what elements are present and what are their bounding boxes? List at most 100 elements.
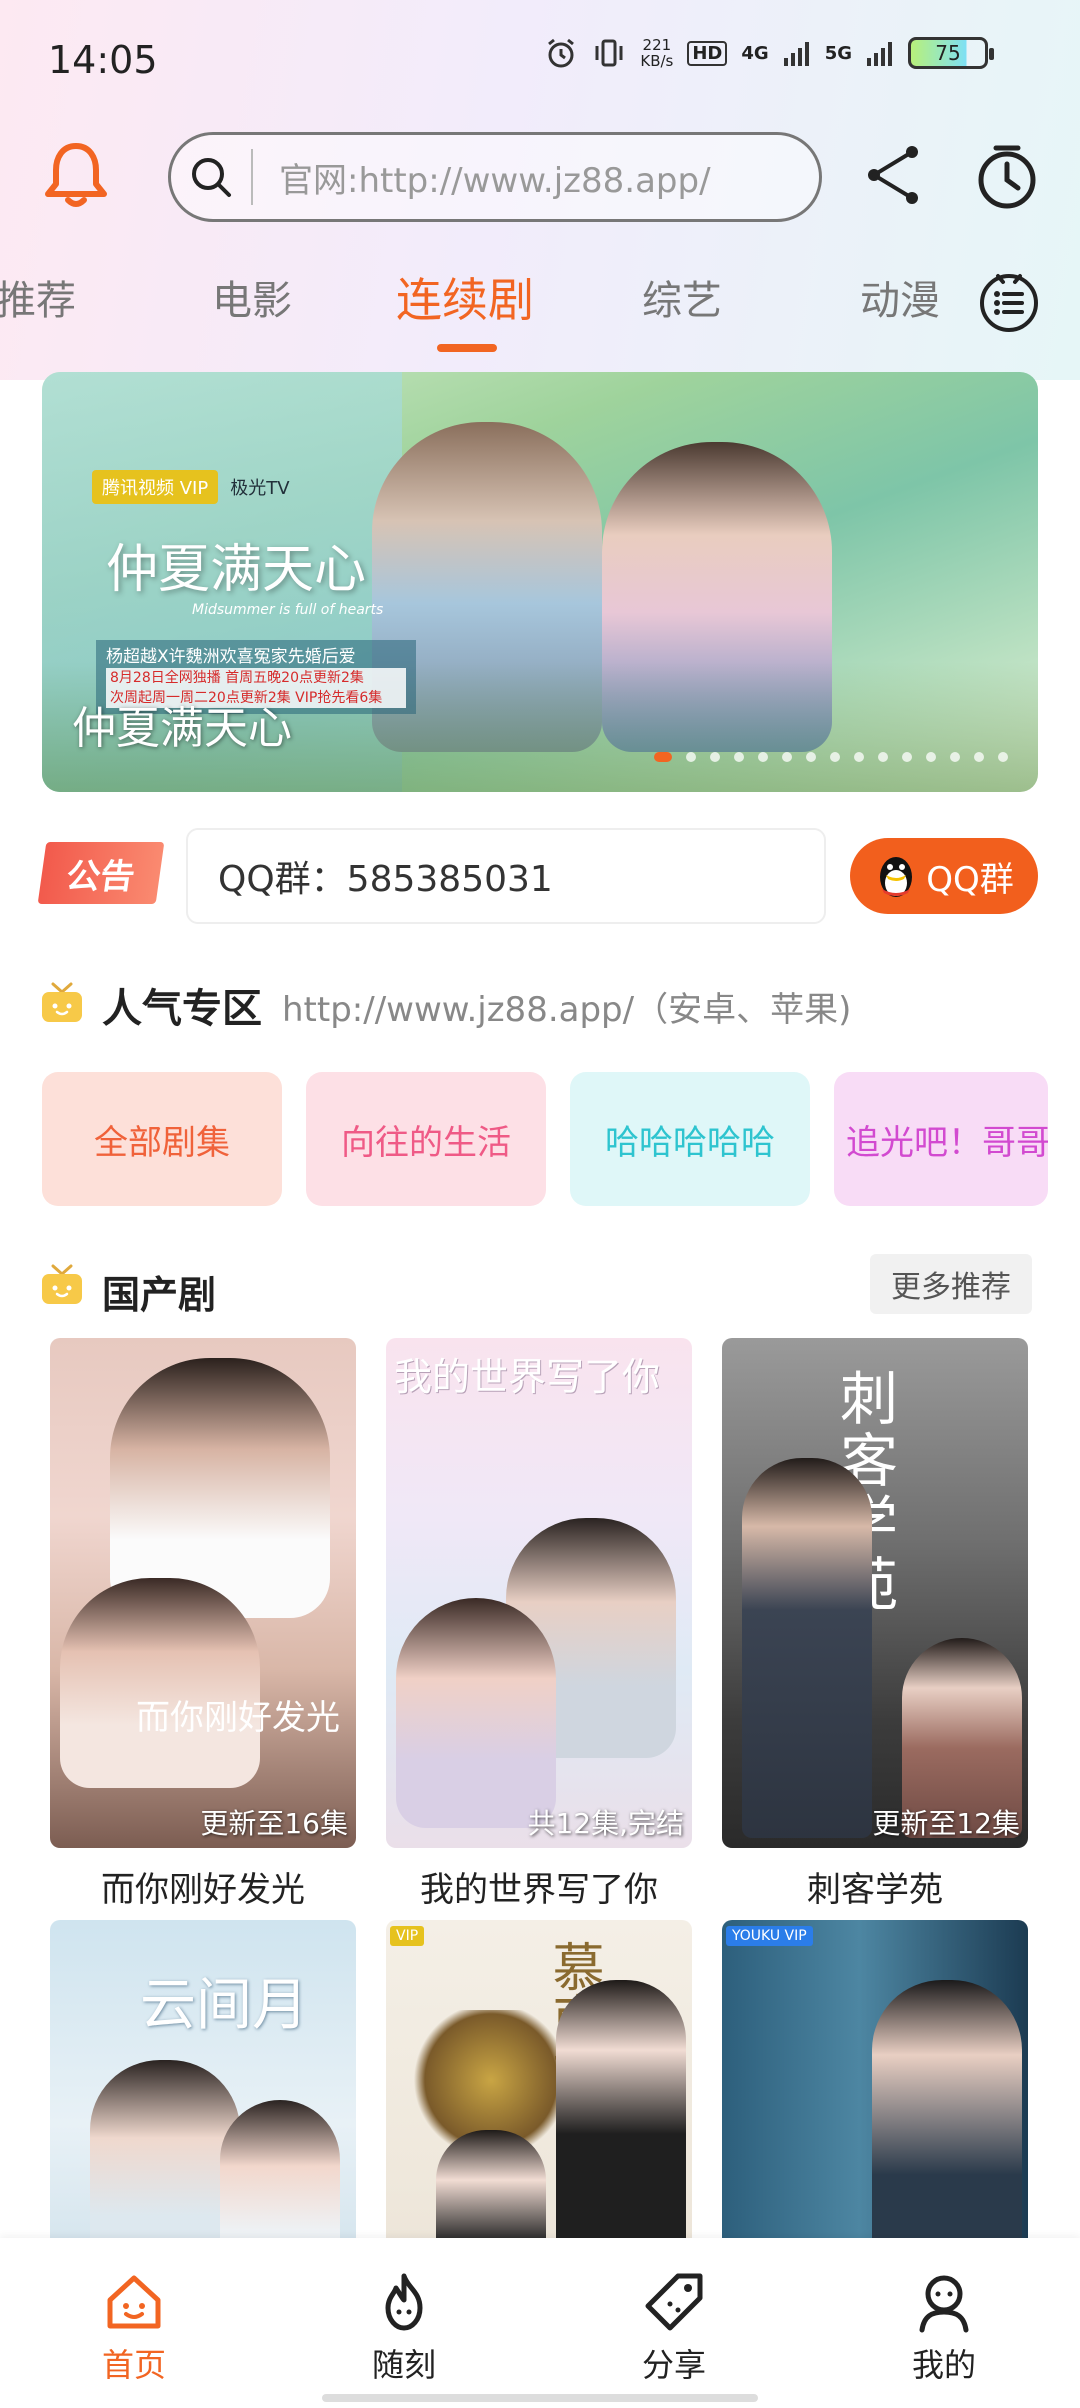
banner-dot[interactable] bbox=[974, 752, 984, 762]
active-tab-indicator bbox=[437, 344, 497, 352]
nav-home[interactable]: 首页 bbox=[64, 2270, 204, 2386]
banner-dot[interactable] bbox=[734, 752, 744, 762]
chip-longing-life[interactable]: 向往的生活 bbox=[306, 1072, 546, 1206]
chip-label: 追光吧！哥哥 bbox=[846, 1122, 1048, 1163]
status-time: 14:05 bbox=[48, 38, 158, 82]
banner-dot[interactable] bbox=[758, 752, 768, 762]
user-icon bbox=[919, 2275, 969, 2333]
battery-icon: 75 bbox=[908, 37, 994, 69]
vibrate-icon bbox=[595, 39, 623, 67]
drama-poster: 我的世界写了你 共12集,完结 bbox=[386, 1338, 692, 1848]
tab-movie[interactable]: 电影 bbox=[212, 268, 292, 326]
popular-zone-url: http://www.jz88.app/（安卓、苹果) bbox=[282, 990, 852, 1030]
banner-dot[interactable] bbox=[654, 752, 672, 762]
more-recommend-button[interactable]: 更多推荐 bbox=[870, 1254, 1032, 1314]
qq-button-label: QQ群 bbox=[926, 859, 1014, 900]
category-menu-icon[interactable] bbox=[978, 272, 1040, 334]
poster-branches bbox=[406, 2010, 576, 2150]
drama-poster: 而你刚好发光 更新至16集 bbox=[50, 1338, 356, 1848]
poster-figure bbox=[742, 1458, 872, 1838]
status-icons: 221 KB/s HD 4G 5G 75 bbox=[544, 36, 994, 70]
poster-figure bbox=[396, 1598, 556, 1828]
drama-title: 刺客学苑 bbox=[807, 1870, 943, 1910]
signal-bars-icon-2 bbox=[867, 42, 892, 66]
net-speed-unit: KB/s bbox=[640, 52, 674, 70]
chip-label: 哈哈哈哈哈 bbox=[605, 1122, 775, 1163]
nav-mine-label: 我的 bbox=[911, 2346, 976, 2384]
drama-card[interactable]: 而你刚好发光 更新至16集 而你刚好发光 bbox=[50, 1338, 356, 1911]
nav-share-label: 分享 bbox=[641, 2346, 706, 2384]
qq-penguin-icon bbox=[880, 857, 913, 897]
banner-pagination bbox=[654, 752, 1008, 762]
home-indicator[interactable] bbox=[322, 2394, 758, 2402]
tv-icon bbox=[42, 982, 82, 1022]
nav-mine[interactable]: 我的 bbox=[874, 2270, 1014, 2386]
chip-chase-light[interactable]: 追光吧！哥哥 bbox=[834, 1072, 1048, 1206]
drama-title: 我的世界写了你 bbox=[420, 1870, 658, 1910]
tv-icon bbox=[42, 1264, 82, 1304]
tab-series[interactable]: 连续剧 bbox=[396, 264, 534, 330]
tencent-vip-logo: VIP bbox=[390, 1926, 425, 1946]
hd-icon: HD bbox=[687, 40, 728, 66]
banner-poster-title: 仲夏满天心 bbox=[106, 540, 367, 600]
history-icon[interactable] bbox=[974, 142, 1040, 212]
share-icon[interactable] bbox=[862, 140, 928, 210]
chip-label: 全部剧集 bbox=[94, 1122, 230, 1163]
notice-text: QQ群：585385031 bbox=[186, 828, 826, 924]
flame-icon bbox=[385, 2273, 423, 2331]
net-speed-value: 221 bbox=[642, 36, 672, 54]
banner-dot[interactable] bbox=[998, 752, 1008, 762]
banner-dot[interactable] bbox=[926, 752, 936, 762]
banner-info-line2: 8月28日全网独播 首周五晚20点更新2集 bbox=[106, 668, 406, 688]
search-input[interactable]: 官网:http://www.jz88.app/ bbox=[253, 153, 711, 202]
banner-dot[interactable] bbox=[686, 752, 696, 762]
drama-title: 而你刚好发光 bbox=[101, 1870, 305, 1910]
banner-dot[interactable] bbox=[782, 752, 792, 762]
banner-logos: 腾讯视频 VIP 极光TV bbox=[92, 470, 290, 504]
banner-dot[interactable] bbox=[806, 752, 816, 762]
bell-icon[interactable] bbox=[40, 138, 112, 210]
poster-figure bbox=[60, 1578, 260, 1788]
poster-figure bbox=[872, 1980, 1022, 2280]
search-icon bbox=[192, 158, 231, 197]
hero-banner[interactable]: 腾讯视频 VIP 极光TV 仲夏满天心 Midsummer is full of… bbox=[42, 372, 1038, 792]
banner-dot[interactable] bbox=[854, 752, 864, 762]
nav-moments[interactable]: 随刻 bbox=[334, 2270, 474, 2386]
drama-poster: 刺客学苑 更新至12集 bbox=[722, 1338, 1028, 1848]
chip-hahaha[interactable]: 哈哈哈哈哈 bbox=[570, 1072, 810, 1206]
tab-variety[interactable]: 综艺 bbox=[642, 268, 722, 326]
search-bar[interactable]: 官网:http://www.jz88.app/ bbox=[168, 132, 822, 222]
battery-level: 75 bbox=[935, 41, 961, 65]
banner-dot[interactable] bbox=[902, 752, 912, 762]
drama-card[interactable]: 我的世界写了你 共12集,完结 我的世界写了你 bbox=[386, 1338, 692, 1911]
banner-subtitle-en: Midsummer is full of hearts bbox=[192, 602, 384, 618]
youku-vip-logo: YOUKU VIP bbox=[726, 1926, 813, 1946]
bottom-navigation: 首页 随刻 分享 我的 bbox=[0, 2238, 1080, 2408]
banner-caption: 仲夏满天心 bbox=[72, 703, 292, 754]
tab-anime[interactable]: 动漫 bbox=[860, 268, 940, 326]
banner-info-line1: 杨超越X许魏洲欢喜冤家先婚后爱 bbox=[106, 647, 356, 667]
drama-card[interactable]: 刺客学苑 更新至12集 刺客学苑 bbox=[722, 1338, 1028, 1911]
banner-dot[interactable] bbox=[830, 752, 840, 762]
banner-dot[interactable] bbox=[878, 752, 888, 762]
jiguang-tv-logo: 极光TV bbox=[230, 478, 290, 499]
poster-title-art: 我的世界写了你 bbox=[394, 1355, 661, 1399]
signal-bars-icon bbox=[783, 42, 809, 66]
episode-badge: 更新至12集 bbox=[872, 1807, 1020, 1840]
signal-5g-icon: 5G bbox=[824, 42, 852, 64]
nav-home-label: 首页 bbox=[101, 2346, 166, 2384]
net-speed: 221 KB/s bbox=[640, 37, 673, 69]
banner-dot[interactable] bbox=[710, 752, 720, 762]
notice-badge: 公告 bbox=[37, 842, 165, 904]
chip-all-series[interactable]: 全部剧集 bbox=[42, 1072, 282, 1206]
episode-badge: 共12集,完结 bbox=[527, 1807, 684, 1840]
tab-recommend[interactable]: 推荐 bbox=[0, 268, 76, 326]
nav-moments-label: 随刻 bbox=[371, 2346, 436, 2384]
qq-group-button[interactable]: QQ群 bbox=[850, 838, 1038, 914]
banner-dot[interactable] bbox=[950, 752, 960, 762]
domestic-drama-title: 国产剧 bbox=[102, 1273, 217, 1317]
nav-share[interactable]: 分享 bbox=[604, 2270, 744, 2386]
tag-icon bbox=[645, 2273, 703, 2331]
poster-title-art: 云间月 bbox=[140, 1973, 308, 2038]
chip-label: 向往的生活 bbox=[341, 1122, 511, 1163]
